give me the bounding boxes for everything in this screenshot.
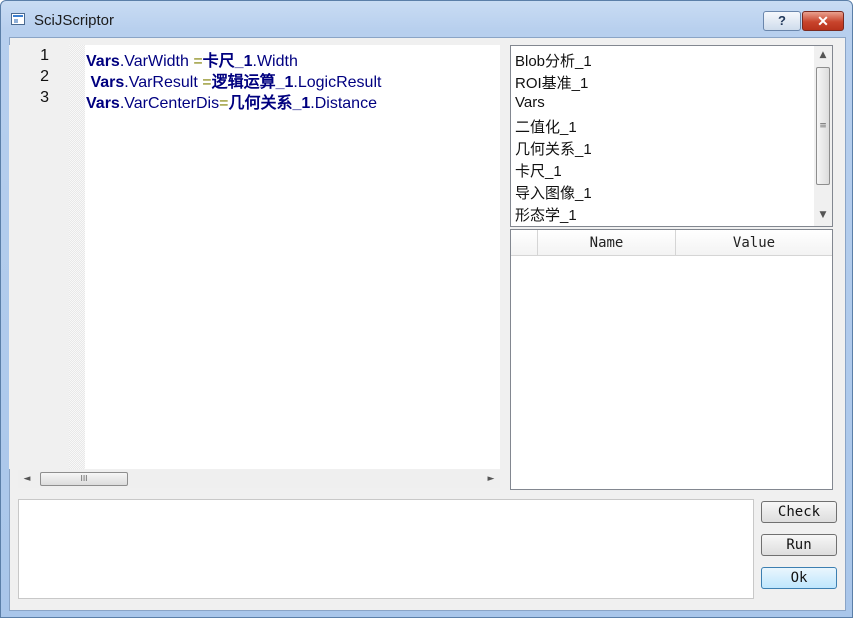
app-window-icon xyxy=(11,13,25,25)
list-item[interactable]: 形态学_1 xyxy=(515,204,577,226)
check-button[interactable]: Check xyxy=(761,501,837,523)
line-number: 3 xyxy=(40,89,49,106)
list-item[interactable]: Vars xyxy=(515,94,545,116)
code-field: VarCenterDis xyxy=(124,95,220,112)
list-item[interactable]: ROI基准_1 xyxy=(515,72,588,94)
script-editor[interactable]: 1 Vars.VarWidth =卡尺_1.Width 2 Vars.VarRe… xyxy=(9,45,500,469)
horizontal-scroll-thumb[interactable]: III xyxy=(40,472,128,486)
list-item[interactable]: 几何关系_1 xyxy=(515,138,592,160)
scroll-up-icon[interactable]: ▲ xyxy=(814,46,832,64)
object-list[interactable]: Blob分析_1 ROI基准_1 Vars 二值化_1 几何关系_1 卡尺_1 … xyxy=(510,45,833,227)
help-button[interactable]: ? xyxy=(763,11,801,31)
output-textbox[interactable] xyxy=(18,499,754,599)
scroll-right-icon[interactable]: ► xyxy=(482,470,500,488)
run-button[interactable]: Run xyxy=(761,534,837,556)
list-item[interactable]: 二值化_1 xyxy=(515,116,577,138)
scroll-left-icon[interactable]: ◄ xyxy=(18,470,36,488)
code-line[interactable]: 2 Vars.VarResult =逻辑运算_1.LogicResult xyxy=(9,68,500,91)
line-number: 2 xyxy=(40,68,49,85)
code-object: Vars xyxy=(86,95,120,112)
title-bar[interactable]: SciJScriptor ? ✕ xyxy=(1,1,852,37)
list-item[interactable]: Blob分析_1 xyxy=(515,50,592,72)
line-number: 1 xyxy=(40,47,49,64)
vertical-scroll-thumb[interactable]: ≡ xyxy=(816,67,830,185)
code-line[interactable]: 1 Vars.VarWidth =卡尺_1.Width xyxy=(9,47,500,70)
object-list-vertical-scrollbar[interactable]: ▲ ≡ ▼ xyxy=(814,46,832,226)
close-button[interactable]: ✕ xyxy=(802,11,844,31)
window-title: SciJScriptor xyxy=(34,12,115,29)
code-member: Distance xyxy=(314,95,377,112)
property-table[interactable]: Name Value xyxy=(510,229,833,490)
row-header-corner xyxy=(511,230,537,256)
close-icon: ✕ xyxy=(817,13,829,29)
code-reference: 几何关系_1 xyxy=(228,95,311,112)
column-header-value[interactable]: Value xyxy=(675,230,832,256)
code-line[interactable]: 3 Vars.VarCenterDis=几何关系_1.Distance xyxy=(9,89,500,113)
list-item[interactable]: 卡尺_1 xyxy=(515,160,562,182)
scroll-down-icon[interactable]: ▼ xyxy=(814,206,832,224)
column-header-name[interactable]: Name xyxy=(537,230,675,256)
list-item[interactable]: 导入图像_1 xyxy=(515,182,592,204)
editor-horizontal-scrollbar[interactable]: ◄ III ► xyxy=(18,470,500,488)
ok-button[interactable]: Ok xyxy=(761,567,837,589)
code-text: Vars.VarCenterDis=几何关系_1.Distance xyxy=(86,89,377,113)
